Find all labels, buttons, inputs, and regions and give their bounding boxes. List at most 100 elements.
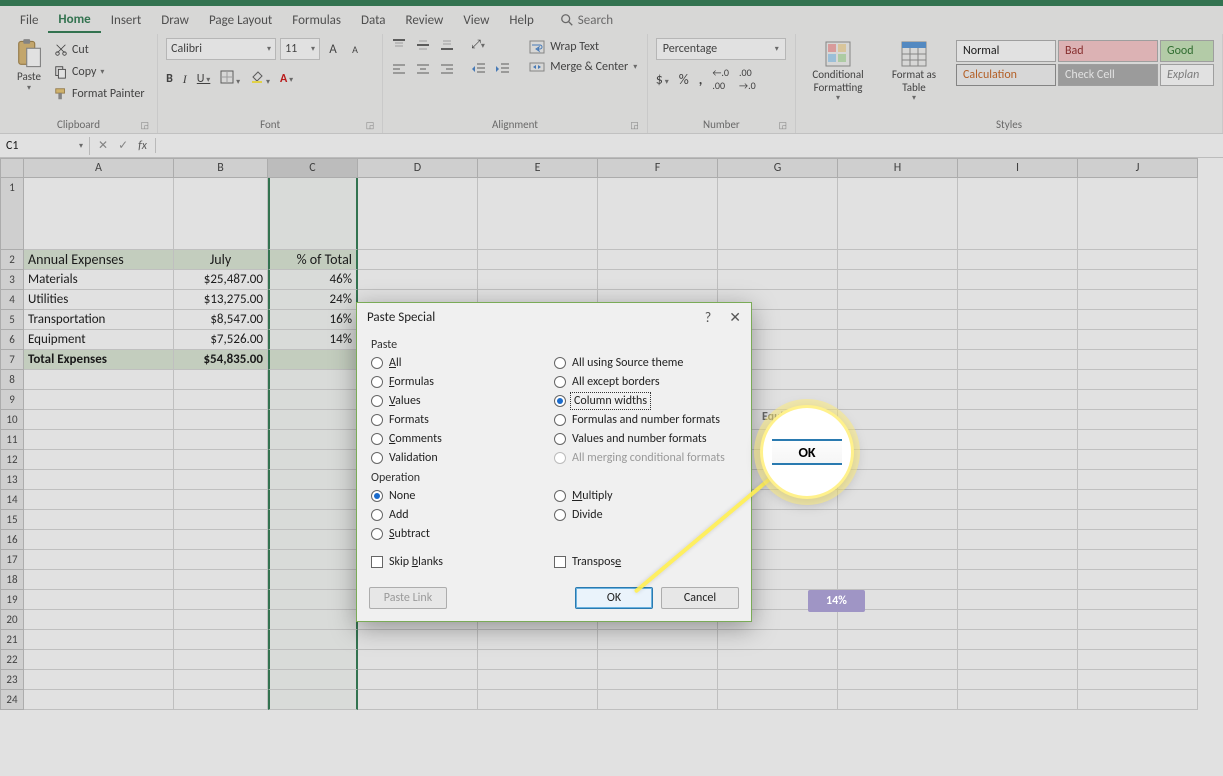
tab-help[interactable]: Help [499, 9, 543, 32]
column-header-D[interactable]: D [358, 158, 478, 178]
cell-A3[interactable]: Materials [24, 270, 174, 290]
cell-J21[interactable] [1078, 630, 1198, 650]
cell-J12[interactable] [1078, 450, 1198, 470]
cell-G3[interactable] [718, 270, 838, 290]
cell-I9[interactable] [958, 390, 1078, 410]
paste-column-widths-radio[interactable]: Column widths [554, 394, 737, 408]
cell-I4[interactable] [958, 290, 1078, 310]
align-center-button[interactable] [415, 62, 431, 80]
dialog-help-button[interactable]: ? [705, 309, 712, 326]
row-header-21[interactable]: 21 [0, 630, 24, 650]
cell-C16[interactable] [268, 530, 358, 550]
cell-G21[interactable] [718, 630, 838, 650]
row-header-4[interactable]: 4 [0, 290, 24, 310]
cell-J14[interactable] [1078, 490, 1198, 510]
align-middle-button[interactable] [415, 38, 431, 56]
cell-A10[interactable] [24, 410, 174, 430]
cell-I15[interactable] [958, 510, 1078, 530]
cell-A15[interactable] [24, 510, 174, 530]
cell-A23[interactable] [24, 670, 174, 690]
cell-F22[interactable] [598, 650, 718, 670]
cell-C12[interactable] [268, 450, 358, 470]
cell-A7[interactable]: Total Expenses [24, 350, 174, 370]
cancel-button[interactable]: Cancel [661, 587, 739, 609]
cell-I24[interactable] [958, 690, 1078, 710]
cell-D3[interactable] [358, 270, 478, 290]
row-header-14[interactable]: 14 [0, 490, 24, 510]
decrease-indent-button[interactable] [463, 62, 487, 80]
cell-B2[interactable]: July [174, 250, 268, 270]
row-header-15[interactable]: 15 [0, 510, 24, 530]
cell-A22[interactable] [24, 650, 174, 670]
cell-C11[interactable] [268, 430, 358, 450]
cell-A6[interactable]: Equipment [24, 330, 174, 350]
bold-button[interactable]: B [166, 72, 173, 86]
cell-C5[interactable]: 16% [268, 310, 358, 330]
cell-J24[interactable] [1078, 690, 1198, 710]
clipboard-launcher-icon[interactable]: ◲ [141, 120, 150, 131]
cell-I14[interactable] [958, 490, 1078, 510]
align-left-button[interactable] [391, 62, 407, 80]
cell-F2[interactable] [598, 250, 718, 270]
cell-J22[interactable] [1078, 650, 1198, 670]
cell-H22[interactable] [838, 650, 958, 670]
cell-A8[interactable] [24, 370, 174, 390]
cell-H7[interactable] [838, 350, 958, 370]
cell-C18[interactable] [268, 570, 358, 590]
cell-J4[interactable] [1078, 290, 1198, 310]
transpose-checkbox[interactable]: Transpose [554, 555, 737, 569]
row-header-7[interactable]: 7 [0, 350, 24, 370]
row-header-3[interactable]: 3 [0, 270, 24, 290]
row-header-13[interactable]: 13 [0, 470, 24, 490]
column-header-F[interactable]: F [598, 158, 718, 178]
paste-formulas-radio[interactable]: Formulas [371, 375, 554, 389]
number-launcher-icon[interactable]: ◲ [778, 120, 787, 131]
cell-G22[interactable] [718, 650, 838, 670]
cell-A12[interactable] [24, 450, 174, 470]
column-header-H[interactable]: H [838, 158, 958, 178]
paste-values-radio[interactable]: Values [371, 394, 554, 408]
cell-H4[interactable] [838, 290, 958, 310]
cell-A17[interactable] [24, 550, 174, 570]
cell-E1[interactable] [478, 178, 598, 250]
cell-B3[interactable]: $25,487.00 [174, 270, 268, 290]
cell-H5[interactable] [838, 310, 958, 330]
tab-view[interactable]: View [453, 9, 499, 32]
row-header-5[interactable]: 5 [0, 310, 24, 330]
cell-B8[interactable] [174, 370, 268, 390]
row-header-17[interactable]: 17 [0, 550, 24, 570]
italic-button[interactable]: I [183, 72, 187, 87]
op-divide-radio[interactable]: Divide [554, 508, 737, 522]
cell-D24[interactable] [358, 690, 478, 710]
cell-C1[interactable] [268, 178, 358, 250]
cell-A21[interactable] [24, 630, 174, 650]
cell-B11[interactable] [174, 430, 268, 450]
copy-button[interactable]: Copy ▾ [54, 62, 145, 82]
cell-C6[interactable]: 14% [268, 330, 358, 350]
cell-B17[interactable] [174, 550, 268, 570]
number-format-select[interactable]: Percentage▾ [656, 38, 786, 60]
row-header-12[interactable]: 12 [0, 450, 24, 470]
cell-D23[interactable] [358, 670, 478, 690]
paste-link-button[interactable]: Paste Link [369, 587, 447, 609]
cell-A24[interactable] [24, 690, 174, 710]
row-header-16[interactable]: 16 [0, 530, 24, 550]
increase-font-button[interactable]: A [324, 40, 342, 58]
column-header-E[interactable]: E [478, 158, 598, 178]
column-header-A[interactable]: A [24, 158, 174, 178]
op-none-radio[interactable]: None [371, 489, 554, 503]
cell-C17[interactable] [268, 550, 358, 570]
cell-I5[interactable] [958, 310, 1078, 330]
cell-J2[interactable] [1078, 250, 1198, 270]
tab-review[interactable]: Review [396, 9, 454, 32]
op-multiply-radio[interactable]: Multiply [554, 489, 737, 503]
column-header-C[interactable]: C [268, 158, 358, 178]
orientation-button[interactable]: ⤢▾ [463, 38, 485, 56]
format-painter-button[interactable]: Format Painter [54, 84, 145, 104]
alignment-launcher-icon[interactable]: ◲ [630, 120, 639, 131]
cell-J16[interactable] [1078, 530, 1198, 550]
cell-A9[interactable] [24, 390, 174, 410]
paste-button[interactable]: Paste ▾ [8, 38, 50, 93]
row-header-18[interactable]: 18 [0, 570, 24, 590]
decrease-font-button[interactable]: A [346, 40, 364, 58]
